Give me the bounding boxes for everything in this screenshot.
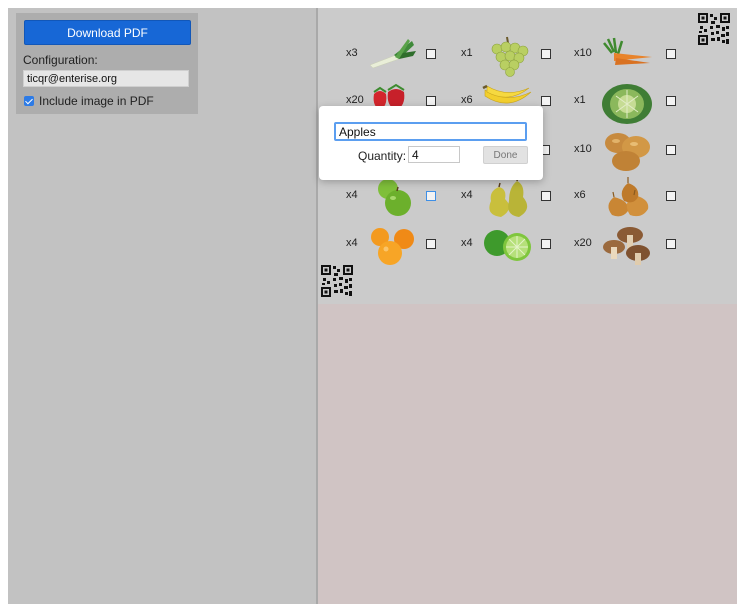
item-checkbox[interactable] bbox=[666, 145, 676, 155]
item-checkbox[interactable] bbox=[426, 239, 436, 249]
produce-item: x1 bbox=[574, 80, 679, 124]
quantity-text: x4 bbox=[461, 189, 473, 201]
produce-item: x4 bbox=[344, 175, 444, 219]
pdf-preview-next-page bbox=[318, 304, 737, 604]
quantity-text: x6 bbox=[574, 189, 586, 201]
item-checkbox[interactable] bbox=[426, 191, 436, 201]
item-checkbox[interactable] bbox=[541, 191, 551, 201]
quantity-label: Quantity: bbox=[358, 149, 407, 163]
pears-icon bbox=[489, 175, 528, 217]
quantity-text: x20 bbox=[574, 237, 592, 249]
apples-icon bbox=[378, 179, 411, 216]
item-checkbox[interactable] bbox=[426, 49, 436, 59]
item-checkbox[interactable] bbox=[541, 239, 551, 249]
grapes-icon bbox=[491, 36, 529, 77]
config-panel: Download PDF Configuration: Include imag… bbox=[16, 13, 198, 114]
qr-code-icon bbox=[320, 264, 354, 298]
potatoes-icon bbox=[605, 133, 650, 171]
produce-item: x4 bbox=[459, 223, 559, 267]
produce-item: x20 bbox=[574, 223, 679, 267]
produce-item: x6 bbox=[574, 175, 679, 219]
item-editor-popup: Quantity: Done bbox=[319, 106, 543, 180]
produce-item: x1 bbox=[459, 33, 559, 77]
produce-item: x10 bbox=[574, 129, 679, 173]
quantity-text: x10 bbox=[574, 47, 592, 59]
configuration-label: Configuration: bbox=[23, 53, 98, 67]
quantity-text: x3 bbox=[346, 47, 358, 59]
include-image-checkbox[interactable] bbox=[24, 96, 34, 106]
mushrooms-icon bbox=[603, 227, 650, 265]
produce-item: x4 bbox=[344, 223, 444, 267]
limes-icon bbox=[484, 230, 531, 261]
item-checkbox[interactable] bbox=[541, 49, 551, 59]
quantity-text: x1 bbox=[574, 94, 586, 106]
quantity-text: x20 bbox=[346, 94, 364, 106]
item-name-input[interactable] bbox=[334, 122, 527, 141]
produce-item: x10 bbox=[574, 33, 679, 77]
configuration-input[interactable] bbox=[23, 70, 189, 87]
produce-item: x4 bbox=[459, 175, 559, 219]
include-image-row[interactable]: Include image in PDF bbox=[24, 94, 154, 108]
quantity-text: x4 bbox=[346, 237, 358, 249]
include-image-label: Include image in PDF bbox=[39, 94, 154, 108]
item-checkbox[interactable] bbox=[666, 191, 676, 201]
item-checkbox[interactable] bbox=[426, 96, 436, 106]
quantity-text: x6 bbox=[461, 94, 473, 106]
cabbage-icon bbox=[602, 84, 652, 124]
qr-code-icon bbox=[697, 12, 731, 46]
quantity-text: x10 bbox=[574, 143, 592, 155]
item-checkbox[interactable] bbox=[541, 96, 551, 106]
onions-icon bbox=[608, 177, 649, 217]
done-button[interactable]: Done bbox=[483, 146, 528, 164]
quantity-text: x4 bbox=[346, 189, 358, 201]
produce-item: x3 bbox=[344, 33, 444, 77]
item-checkbox[interactable] bbox=[666, 49, 676, 59]
download-pdf-button[interactable]: Download PDF bbox=[24, 20, 191, 45]
quantity-text: x1 bbox=[461, 47, 473, 59]
quantity-input[interactable] bbox=[408, 146, 460, 163]
leek-icon bbox=[369, 39, 416, 69]
carrots-icon bbox=[603, 37, 652, 65]
quantity-text: x4 bbox=[461, 237, 473, 249]
item-checkbox[interactable] bbox=[666, 96, 676, 106]
oranges-icon bbox=[371, 228, 414, 265]
item-checkbox[interactable] bbox=[666, 239, 676, 249]
